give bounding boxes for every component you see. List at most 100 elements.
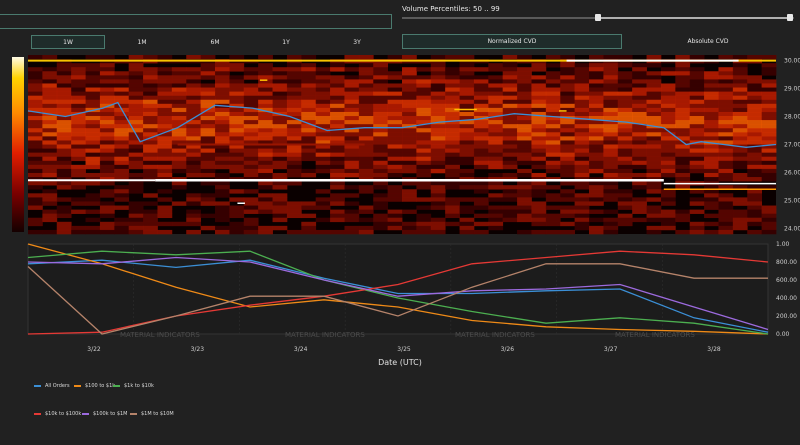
heatmap-cell (344, 185, 360, 190)
heatmap-cell (574, 225, 590, 231)
heatmap-cell (660, 140, 676, 145)
heatmap-cell (286, 95, 302, 101)
heatmap-cell (718, 193, 734, 198)
heatmap-cell (502, 140, 518, 145)
heatmap-cell (704, 120, 719, 125)
heatmap-cell (315, 164, 331, 170)
heatmap-cell (617, 140, 633, 145)
heatmap-cell (85, 99, 101, 105)
heatmap-cell (632, 160, 647, 166)
heatmap-cell (243, 124, 259, 129)
heatmap-cell (272, 201, 288, 206)
heatmap-cell (330, 99, 345, 105)
heatmap-cell (531, 193, 547, 198)
heatmap-cell (459, 55, 475, 60)
heatmap-cell (459, 152, 475, 158)
heatmap-cell (344, 91, 360, 96)
heatmap-cell (430, 79, 446, 84)
heatmap-cell (272, 152, 288, 158)
heatmap-cell (71, 124, 86, 129)
heatmap-cell (689, 229, 705, 235)
heatmap-cell (747, 209, 763, 214)
heatmap-cell (430, 197, 446, 202)
heatmap-cell (272, 107, 288, 113)
heatmap-cell (301, 205, 317, 210)
heatmap-cell (143, 168, 158, 174)
heatmap-cell (660, 71, 676, 76)
heatmap-cell (689, 87, 705, 92)
heatmap-cell (617, 156, 633, 162)
heatmap-cell (258, 201, 273, 206)
heatmap-cell (704, 229, 719, 235)
heatmap-cell (272, 124, 288, 129)
heatmap-cell (301, 87, 317, 92)
heatmap-cell (99, 189, 115, 194)
heatmap-cell (689, 197, 705, 202)
heatmap-cell (603, 136, 619, 141)
legend-item-10k-100k[interactable]: $10k to $100k (34, 411, 81, 417)
heatmap-cell (517, 189, 532, 194)
legend-item-1k-10k[interactable]: $1k to $10k (113, 383, 154, 389)
heatmap-cell (416, 148, 432, 153)
heatmap-cell (243, 91, 259, 96)
heatmap-cell (28, 83, 43, 88)
heatmap-cell (143, 201, 158, 206)
heatmap-cell (243, 225, 259, 231)
heatmap-cell (675, 111, 691, 117)
heatmap-cell (517, 209, 532, 214)
heatmap-cell (574, 124, 590, 129)
heatmap-cell (114, 111, 130, 117)
heatmap-cell (186, 95, 202, 101)
heatmap-cell (56, 156, 72, 162)
heatmap-cell (632, 148, 647, 153)
legend-swatch (113, 385, 120, 387)
heatmap-cell (143, 160, 158, 166)
heatmap-cell (430, 189, 446, 194)
heatmap-cell (99, 201, 115, 206)
heatmap-cell (315, 160, 331, 166)
heatmap-cell (272, 181, 288, 186)
x-tick-label: 3/23 (191, 346, 205, 353)
heatmap-cell (258, 225, 273, 231)
heatmap-cell (128, 144, 144, 149)
legend-item-all-orders[interactable]: All Orders (34, 383, 70, 389)
heatmap-cell (545, 164, 561, 170)
heatmap-cell (272, 213, 288, 219)
heatmap-cell (200, 116, 216, 121)
heatmap-cell (531, 160, 547, 166)
heatmap-cell (459, 217, 475, 223)
heatmap-cell (28, 144, 43, 149)
heatmap-cell (430, 185, 446, 190)
heatmap-cell (28, 75, 43, 80)
legend-item-100-1k[interactable]: $100 to $1k (74, 383, 115, 389)
heatmap-cell (517, 120, 532, 125)
heatmap-cell (85, 136, 101, 141)
heatmap-cell (545, 156, 561, 162)
heatmap-cell (330, 160, 345, 166)
heatmap-cell (632, 95, 647, 101)
heatmap-cell (704, 83, 719, 88)
heatmap-cell (171, 185, 187, 190)
heatmap-cell (171, 156, 187, 162)
legend-item-1m-10m[interactable]: $1M to $10M (130, 411, 174, 417)
heatmap-cell (42, 156, 58, 162)
heatmap-cell (157, 209, 173, 214)
heatmap-cell (373, 87, 389, 92)
heatmap-cell (286, 205, 302, 210)
heatmap-cell (42, 95, 58, 101)
heatmap-cell (445, 144, 460, 149)
heatmap-cell (358, 152, 374, 158)
heatmap-cell (473, 152, 489, 158)
heatmap-cell (344, 75, 360, 80)
heatmap-cell (42, 168, 58, 174)
heatmap-cell (747, 120, 763, 125)
heatmap-cell (301, 229, 317, 235)
heatmap-cell (330, 63, 345, 68)
heatmap-cell (28, 193, 43, 198)
x-tick-label: 3/27 (604, 346, 618, 353)
heatmap-cell (574, 99, 590, 105)
heatmap-cell (200, 120, 216, 125)
heatmap-cell (258, 67, 273, 72)
heatmap-cell (128, 83, 144, 88)
legend-item-100k-1m[interactable]: $100k to $1M (82, 411, 128, 417)
